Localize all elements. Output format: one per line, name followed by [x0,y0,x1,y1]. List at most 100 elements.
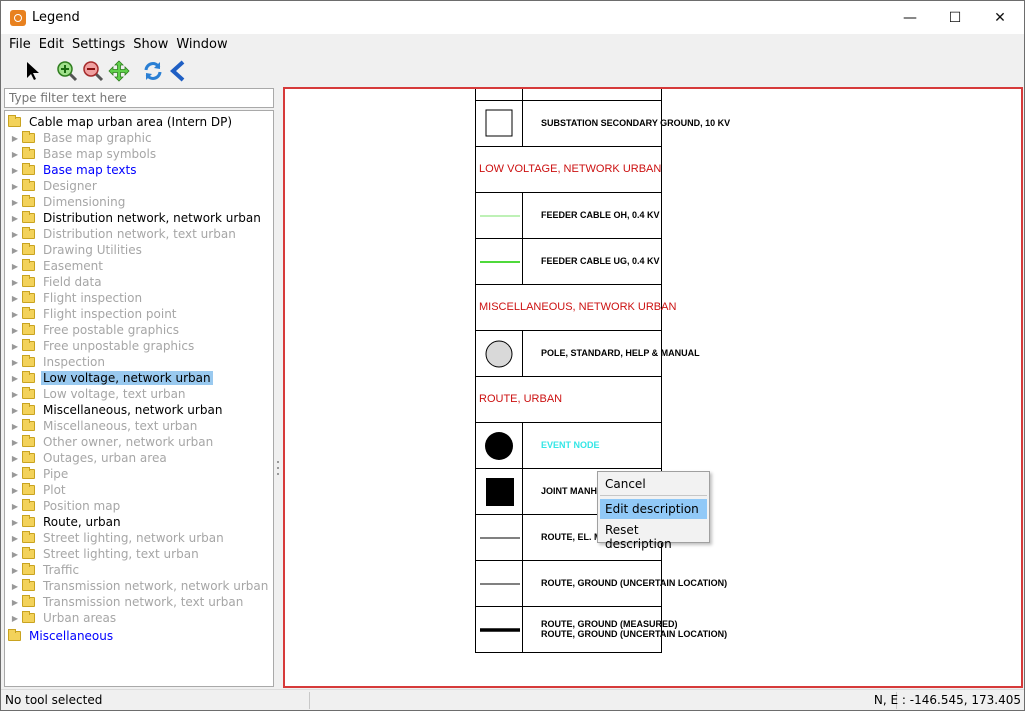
expand-arrow-icon[interactable]: ▶ [8,150,22,159]
tree-item[interactable]: ▶ Transmission network, network urban [8,578,270,594]
menu-show[interactable]: Show [129,37,172,52]
tree-item[interactable]: ▶ Inspection [8,354,107,370]
expand-arrow-icon[interactable]: ▶ [8,326,22,335]
pan-icon[interactable] [107,59,131,83]
tree-item[interactable]: ▶ Easement [8,258,105,274]
tree-item[interactable]: ▶ Plot [8,482,68,498]
tree-item[interactable]: ▶ Free unpostable graphics [8,338,196,354]
expand-arrow-icon[interactable]: ▶ [8,534,22,543]
expand-arrow-icon[interactable]: ▶ [8,166,22,175]
expand-arrow-icon[interactable]: ▶ [8,486,22,495]
tree-item[interactable]: ▶ Free postable graphics [8,322,181,338]
expand-arrow-icon[interactable]: ▶ [8,230,22,239]
tree-item[interactable]: ▶ Distribution network, text urban [8,226,238,242]
tree-item[interactable]: ▶ Dimensioning [8,194,127,210]
expand-arrow-icon[interactable]: ▶ [8,198,22,207]
tree-item[interactable]: ▶ Low voltage, network urban [8,370,213,386]
legend-symbol-row[interactable]: ROUTE, GROUND (UNCERTAIN LOCATION) [475,561,727,607]
legend-symbol-row[interactable]: FEEDER CABLE UG, 0.4 KV [475,239,662,285]
expand-arrow-icon[interactable]: ▶ [8,310,22,319]
expand-arrow-icon[interactable]: ▶ [8,582,22,591]
tree-item[interactable]: ▶ Flight inspection point [8,306,179,322]
expand-arrow-icon[interactable]: ▶ [8,278,22,287]
zoom-in-icon[interactable] [55,59,79,83]
legend-symbol-row[interactable]: EVENT NODE [475,423,662,469]
tree-item[interactable]: ▶ Base map graphic [8,130,154,146]
legend-header-text: MISCELLANEOUS, NETWORK URBAN [479,301,677,313]
expand-arrow-icon[interactable]: ▶ [8,518,22,527]
legend-header-row[interactable]: MISCELLANEOUS, NETWORK URBAN [475,285,676,331]
tree-item[interactable]: ▶ Pipe [8,466,70,482]
expand-arrow-icon[interactable]: ▶ [8,342,22,351]
tree-root-miscellaneous[interactable]: Miscellaneous [8,628,115,644]
expand-arrow-icon[interactable]: ▶ [8,374,22,383]
tree-item[interactable]: ▶ Street lighting, network urban [8,530,226,546]
expand-arrow-icon[interactable]: ▶ [8,614,22,623]
tree-item[interactable]: ▶ Base map symbols [8,146,158,162]
maximize-button[interactable]: ☐ [932,1,978,34]
expand-arrow-icon[interactable]: ▶ [8,214,22,223]
expand-arrow-icon[interactable]: ▶ [8,454,22,463]
tree-item[interactable]: ▶ Transmission network, text urban [8,594,245,610]
tree-item[interactable]: ▶ Base map texts [8,162,138,178]
expand-arrow-icon[interactable]: ▶ [8,246,22,255]
legend-canvas[interactable]: SUBSTATION SECONDARY GROUND, 10 KV LOW VO… [283,87,1023,688]
tree-root[interactable]: Cable map urban area (Intern DP) [8,114,234,130]
tree-item[interactable]: ▶ Traffic [8,562,81,578]
tree-item[interactable]: ▶ Other owner, network urban [8,434,215,450]
legend-symbol-row[interactable]: SUBSTATION SECONDARY GROUND, 10 KV [475,101,730,147]
menu-settings[interactable]: Settings [68,37,129,52]
expand-arrow-icon[interactable]: ▶ [8,598,22,607]
context-cancel[interactable]: Cancel [600,474,707,494]
line-green-symbol-icon [476,239,523,284]
tree-item[interactable]: ▶ Distribution network, network urban [8,210,263,226]
minimize-button[interactable]: — [887,1,933,34]
menu-file[interactable]: File [5,37,35,52]
expand-arrow-icon[interactable]: ▶ [8,294,22,303]
tree-item[interactable]: ▶ Miscellaneous, text urban [8,418,199,434]
panel-splitter[interactable] [277,461,280,491]
expand-arrow-icon[interactable]: ▶ [8,470,22,479]
context-edit-description[interactable]: Edit description [600,499,707,519]
back-icon[interactable] [167,59,191,83]
tree-item[interactable]: ▶ Drawing Utilities [8,242,144,258]
tree-item[interactable]: ▶ Position map [8,498,122,514]
context-reset-description[interactable]: Reset description [600,520,707,551]
zoom-out-icon[interactable] [81,59,105,83]
menu-edit[interactable]: Edit [35,37,68,52]
folder-icon [22,339,35,351]
tree-item[interactable]: ▶ Miscellaneous, network urban [8,402,224,418]
menu-window[interactable]: Window [172,37,231,52]
legend-symbol-row[interactable]: FEEDER CABLE OH, 0.4 KV [475,193,662,239]
legend-symbol-row[interactable]: ROUTE, GROUND (MEASURED) ROUTE, GROUND (U… [475,607,727,653]
expand-arrow-icon[interactable]: ▶ [8,182,22,191]
expand-arrow-icon[interactable]: ▶ [8,438,22,447]
expand-arrow-icon[interactable]: ▶ [8,134,22,143]
legend-symbol-row[interactable]: POLE, STANDARD, HELP & MANUAL [475,331,700,377]
expand-arrow-icon[interactable]: ▶ [8,550,22,559]
tree-item[interactable]: ▶ Urban areas [8,610,118,626]
expand-arrow-icon[interactable]: ▶ [8,358,22,367]
legend-header-row[interactable]: LOW VOLTAGE, NETWORK URBAN [475,147,662,193]
expand-arrow-icon[interactable]: ▶ [8,422,22,431]
tree-item[interactable]: ▶ Route, urban [8,514,123,530]
legend-symbol-row[interactable] [475,89,662,101]
legend-header-row[interactable]: ROUTE, URBAN [475,377,662,423]
close-button[interactable]: ✕ [977,1,1023,34]
legend-description: FEEDER CABLE UG, 0.4 KV [541,256,660,266]
expand-arrow-icon[interactable]: ▶ [8,390,22,399]
filter-input[interactable] [4,88,274,108]
expand-arrow-icon[interactable]: ▶ [8,406,22,415]
refresh-icon[interactable] [141,59,165,83]
pointer-icon[interactable] [21,59,45,83]
tree-item[interactable]: ▶ Field data [8,274,104,290]
tree-item[interactable]: ▶ Low voltage, text urban [8,386,188,402]
tree-item-label: Distribution network, network urban [43,211,261,225]
expand-arrow-icon[interactable]: ▶ [8,502,22,511]
tree-item[interactable]: ▶ Flight inspection [8,290,144,306]
expand-arrow-icon[interactable]: ▶ [8,566,22,575]
expand-arrow-icon[interactable]: ▶ [8,262,22,271]
tree-item[interactable]: ▶ Street lighting, text urban [8,546,201,562]
tree-item[interactable]: ▶ Designer [8,178,99,194]
tree-item[interactable]: ▶ Outages, urban area [8,450,169,466]
